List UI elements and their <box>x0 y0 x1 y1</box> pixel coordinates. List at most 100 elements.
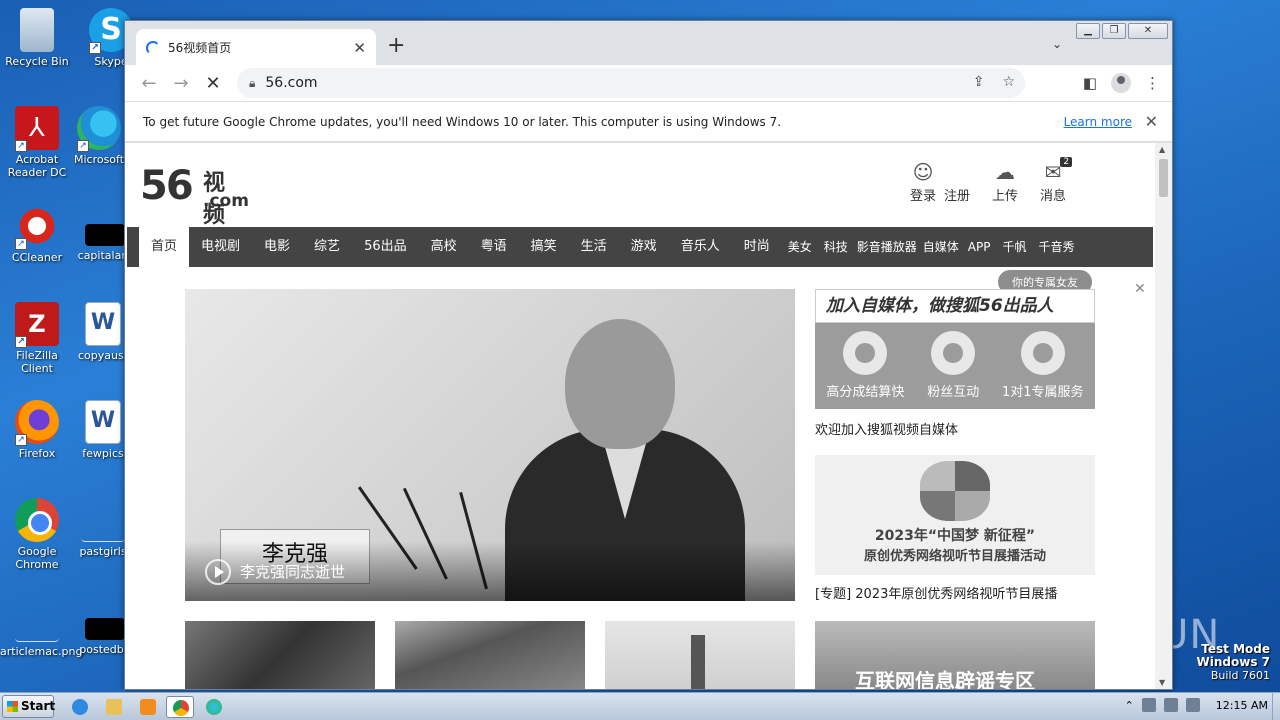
taskbar-edge[interactable] <box>200 696 228 718</box>
edge-icon: ↗ <box>77 106 121 152</box>
upload-label: 上传 <box>992 189 1019 204</box>
login-link[interactable]: ☺ 登录 <box>910 159 936 204</box>
nav-item-player[interactable]: 影音播放器 <box>854 227 920 267</box>
nav-item-we-media[interactable]: 自媒体 <box>920 227 962 267</box>
nav-item-tv[interactable]: 电视剧 <box>189 227 252 267</box>
menu-dots-icon[interactable]: ⋮ <box>1145 74 1160 92</box>
user-links: ☺ 登录 注册 ☁ 上传 ✉ 2 消息 <box>910 157 1073 204</box>
we-media-promo[interactable]: 加入自媒体，做搜狐56出品人 高分成结算快 粉丝互动 1对1专属服务 <box>815 289 1095 409</box>
chrome-icon <box>173 700 189 716</box>
taskbar-explorer[interactable] <box>100 696 128 718</box>
messages-label: 消息 <box>1040 189 1067 204</box>
nav-item-movie[interactable]: 电影 <box>252 227 302 267</box>
nav-item-musicians[interactable]: 音乐人 <box>669 227 732 267</box>
minimize-button[interactable]: ▁ <box>1076 23 1100 39</box>
ccleaner-icon: ↗ <box>15 204 59 250</box>
desktop-icon-ccleaner[interactable]: ↗ CCleaner <box>0 204 74 264</box>
play-icon[interactable] <box>205 559 231 585</box>
taskbar-media-player[interactable] <box>134 696 162 718</box>
desktop-icon-google-chrome[interactable]: Google Chrome <box>0 498 74 571</box>
new-tab-button[interactable]: + <box>387 33 405 58</box>
rumor-refutation-banner[interactable]: 互联网信息辟谣专区 <box>815 621 1095 689</box>
word-document-icon: W <box>85 302 121 346</box>
nav-item-home[interactable]: 首页 <box>139 227 190 267</box>
promo-link[interactable]: 欢迎加入搜狐视频自媒体 <box>815 419 958 438</box>
upload-link[interactable]: ☁ 上传 <box>992 159 1018 204</box>
infobar-close-icon[interactable]: ✕ <box>1145 112 1158 131</box>
address-bar[interactable]: 🔒︎ 56.com ⇪ ☆ <box>237 68 1025 98</box>
flag-icon[interactable] <box>1185 698 1200 712</box>
scroll-down-icon[interactable]: ▼ <box>1159 678 1165 687</box>
tab-search-chevron-icon[interactable]: ⌄ <box>1052 37 1062 51</box>
hero-video[interactable]: 李克强 李克强同志逝世 <box>185 289 795 601</box>
share-icon[interactable]: ⇪ <box>973 74 985 90</box>
watermark-line3: Build 7601 <box>1210 669 1270 682</box>
start-button[interactable]: Start <box>2 695 55 718</box>
chat-bubble-icon <box>931 331 976 375</box>
tab-close-icon[interactable]: ✕ <box>353 39 366 57</box>
nav-item-tech[interactable]: 科技 <box>818 227 854 267</box>
video-thumbnail[interactable] <box>605 621 795 689</box>
tray-expand-icon[interactable]: ⌃ <box>1125 699 1134 712</box>
show-desktop-button[interactable] <box>1272 693 1280 720</box>
chrome-icon <box>15 498 59 542</box>
page-scrollbar[interactable]: ▲ ▼ <box>1155 143 1172 689</box>
desktop-icon-filezilla[interactable]: Z ↗ FileZilla Client <box>0 302 74 375</box>
edge-icon <box>206 699 222 715</box>
network-icon[interactable] <box>1163 698 1178 712</box>
nav-item-qianyinxiu[interactable]: 千音秀 <box>1032 227 1080 267</box>
browser-tab[interactable]: 56视频首页 ✕ <box>136 29 376 66</box>
scroll-up-icon[interactable]: ▲ <box>1159 145 1165 154</box>
register-link[interactable]: 注册 <box>944 159 970 204</box>
taskbar: Start ⌃ 12:15 AM <box>0 692 1280 720</box>
register-label: 注册 <box>944 189 971 204</box>
video-thumbnail[interactable] <box>395 621 585 689</box>
nav-item-campus[interactable]: 高校 <box>419 227 469 267</box>
showcase-banner[interactable]: 2023年“中国梦 新征程” 原创优秀网络视听节目展播活动 <box>815 455 1095 575</box>
messages-link[interactable]: ✉ 2 消息 <box>1040 157 1073 204</box>
close-window-button[interactable]: ✕ <box>1128 23 1168 39</box>
nav-item-fashion[interactable]: 时尚 <box>732 227 782 267</box>
ad-close-icon[interactable]: ✕ <box>1134 281 1146 297</box>
login-label: 登录 <box>910 189 937 204</box>
forward-button[interactable]: → <box>165 73 197 94</box>
desktop-icon-articlemac[interactable]: articlemac.png <box>0 598 82 658</box>
promo-title: 加入自媒体，做搜狐56出品人 <box>815 289 1095 323</box>
desktop-icon-firefox[interactable]: ↗ Firefox <box>0 400 74 460</box>
maximize-button[interactable]: ❐ <box>1102 23 1126 39</box>
nav-item-56-originals[interactable]: 56出品 <box>352 227 419 267</box>
media-player-icon <box>140 699 156 715</box>
stop-loading-button[interactable]: ✕ <box>197 73 229 94</box>
site-logo[interactable]: 56 视频 .com <box>140 163 249 228</box>
clock[interactable]: 12:15 AM <box>1216 699 1268 712</box>
bookmark-star-icon[interactable]: ☆ <box>1002 74 1015 90</box>
nav-item-cantonese[interactable]: 粤语 <box>469 227 519 267</box>
nav-item-life[interactable]: 生活 <box>569 227 619 267</box>
taskbar-chrome[interactable] <box>166 696 194 718</box>
nav-item-beauty[interactable]: 美女 <box>782 227 818 267</box>
watermark-line1: Test Mode <box>1201 642 1270 656</box>
promo-item-label: 1对1专属服务 <box>1002 385 1084 400</box>
back-button[interactable]: ← <box>133 73 165 94</box>
watermark-line2: Windows 7 <box>1196 655 1270 669</box>
volume-icon[interactable] <box>1141 698 1156 712</box>
nav-item-app[interactable]: APP <box>962 227 997 267</box>
profile-avatar[interactable] <box>1111 73 1131 93</box>
video-thumbnail[interactable] <box>185 621 375 689</box>
taskbar-ie[interactable] <box>66 696 94 718</box>
window-controls: ▁ ❐ ✕ <box>1076 23 1168 39</box>
showcase-line1: 2023年“中国梦 新征程” <box>874 528 1036 544</box>
showcase-link[interactable]: [专题] 2023年原创优秀网络视听节目展播 <box>815 583 1057 602</box>
showcase-logo-icon <box>920 461 990 521</box>
nav-item-qianfan[interactable]: 千帆 <box>996 227 1032 267</box>
hero-caption[interactable]: 李克强同志逝世 <box>240 561 345 582</box>
desktop-icon-recycle-bin[interactable]: Recycle Bin <box>0 8 74 68</box>
scroll-thumb[interactable] <box>1159 159 1168 197</box>
nav-item-funny[interactable]: 搞笑 <box>519 227 569 267</box>
nav-item-variety[interactable]: 综艺 <box>302 227 352 267</box>
side-panel-icon[interactable]: ◧ <box>1083 74 1097 92</box>
lock-icon[interactable]: 🔒︎ <box>249 76 255 91</box>
site-nav: 首页 电视剧 电影 综艺 56出品 高校 粤语 搞笑 生活 游戏 音乐人 时尚 … <box>127 227 1153 267</box>
learn-more-link[interactable]: Learn more <box>1064 115 1132 129</box>
nav-item-games[interactable]: 游戏 <box>619 227 669 267</box>
